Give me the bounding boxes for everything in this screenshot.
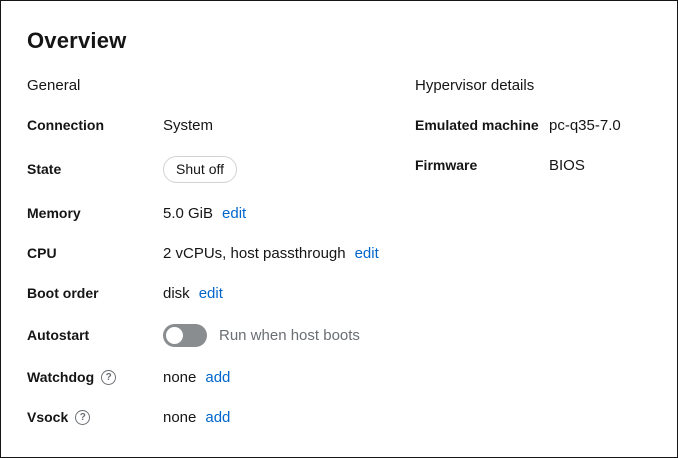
- cpu-value: 2 vCPUs, host passthrough edit: [163, 244, 415, 263]
- emulated-machine-label: Emulated machine: [415, 116, 549, 135]
- memory-value-text: 5.0 GiB: [163, 204, 213, 223]
- firmware-value: BIOS: [549, 156, 651, 175]
- vsock-label-text: Vsock: [27, 408, 68, 427]
- vsock-value: none add: [163, 408, 415, 427]
- vsock-value-text: none: [163, 408, 196, 427]
- details-columns: General Connection System State Shut off…: [27, 76, 651, 427]
- boot-order-edit-button[interactable]: edit: [199, 285, 223, 302]
- emulated-machine-value-text: pc-q35-7.0: [549, 116, 621, 135]
- general-heading: General: [27, 76, 415, 95]
- hypervisor-section: Hypervisor details Emulated machine pc-q…: [415, 76, 651, 175]
- help-icon[interactable]: ?: [101, 370, 116, 385]
- status-badge: Shut off: [163, 156, 237, 183]
- hypervisor-list: Emulated machine pc-q35-7.0 Firmware BIO…: [415, 116, 651, 175]
- autostart-value: Run when host boots: [163, 324, 415, 347]
- toggle-knob-icon: [166, 327, 183, 344]
- memory-label: Memory: [27, 204, 163, 223]
- cpu-label: CPU: [27, 244, 163, 263]
- overview-card: Overview General Connection System State…: [1, 1, 677, 451]
- watchdog-value-text: none: [163, 368, 196, 387]
- hypervisor-heading: Hypervisor details: [415, 76, 651, 95]
- cpu-edit-button[interactable]: edit: [355, 245, 379, 262]
- state-label: State: [27, 160, 163, 179]
- autostart-toggle-label: Run when host boots: [219, 326, 360, 345]
- connection-value-text: System: [163, 116, 213, 135]
- boot-order-label: Boot order: [27, 284, 163, 303]
- autostart-toggle[interactable]: [163, 324, 207, 347]
- help-icon[interactable]: ?: [75, 410, 90, 425]
- firmware-label: Firmware: [415, 156, 549, 175]
- general-list: Connection System State Shut off Memory …: [27, 116, 415, 427]
- memory-value: 5.0 GiB edit: [163, 204, 415, 223]
- watchdog-add-button[interactable]: add: [205, 369, 230, 386]
- connection-value: System: [163, 116, 415, 135]
- autostart-label: Autostart: [27, 326, 163, 345]
- boot-order-value-text: disk: [163, 284, 190, 303]
- connection-label: Connection: [27, 116, 163, 135]
- watchdog-label: Watchdog ?: [27, 368, 163, 387]
- page-title: Overview: [27, 28, 651, 54]
- cpu-value-text: 2 vCPUs, host passthrough: [163, 244, 346, 263]
- firmware-value-text: BIOS: [549, 156, 585, 175]
- boot-order-value: disk edit: [163, 284, 415, 303]
- vsock-add-button[interactable]: add: [205, 409, 230, 426]
- vsock-label: Vsock ?: [27, 408, 163, 427]
- watchdog-value: none add: [163, 368, 415, 387]
- emulated-machine-value: pc-q35-7.0: [549, 116, 651, 135]
- memory-edit-button[interactable]: edit: [222, 205, 246, 222]
- watchdog-label-text: Watchdog: [27, 368, 94, 387]
- general-section: General Connection System State Shut off…: [27, 76, 415, 427]
- state-value: Shut off: [163, 156, 415, 183]
